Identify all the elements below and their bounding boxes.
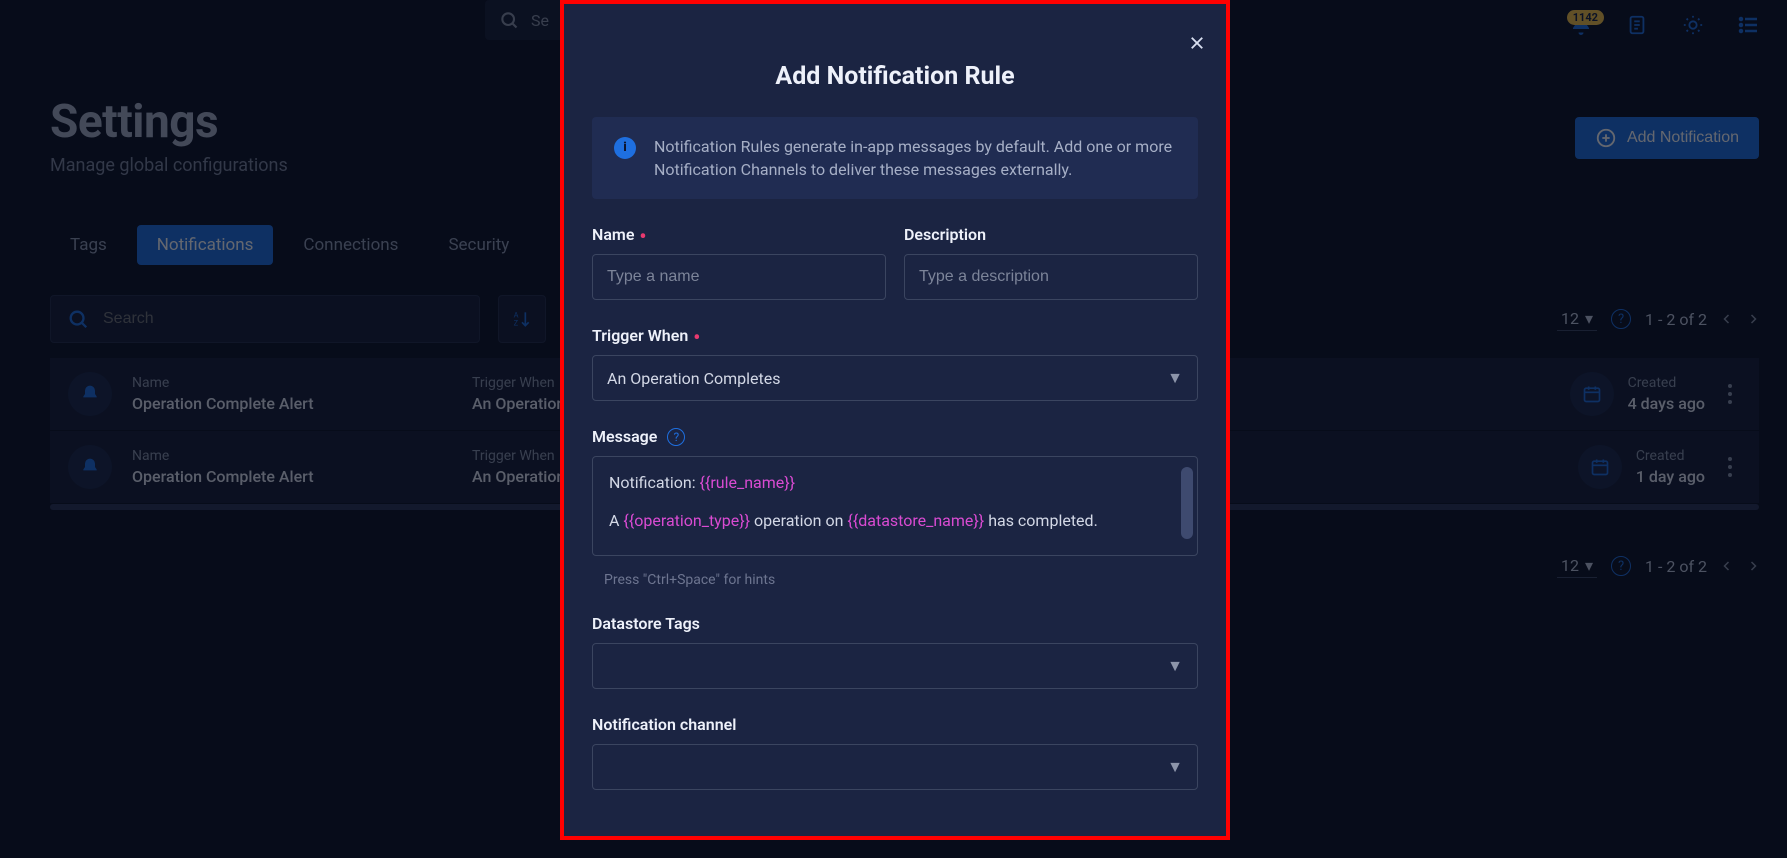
info-text: Notification Rules generate in-app messa… [654,135,1176,181]
msg-text: operation on [750,511,847,530]
message-field: Message ? Notification: {{rule_name}} A … [592,427,1198,588]
info-banner: i Notification Rules generate in-app mes… [592,117,1198,199]
name-field: Name [592,225,886,300]
channel-select[interactable]: ▼ [592,744,1198,790]
msg-token-operation-type: {{operation_type}} [623,511,750,530]
message-label: Message [592,427,657,446]
chevron-down-icon: ▼ [1167,368,1183,388]
info-icon: i [614,137,636,159]
name-label: Name [592,225,886,244]
msg-text: A [609,511,623,530]
trigger-field: Trigger When An Operation Completes ▼ [592,326,1198,401]
name-input[interactable] [592,254,886,300]
channel-field: Notification channel ▼ [592,715,1198,790]
chevron-down-icon: ▼ [1167,757,1183,777]
description-label: Description [904,225,1198,244]
description-field: Description [904,225,1198,300]
msg-text: Notification: [609,473,700,492]
message-hint: Press "Ctrl+Space" for hints [604,572,1198,588]
description-input[interactable] [904,254,1198,300]
channel-label: Notification channel [592,715,1198,734]
editor-scrollbar[interactable] [1181,467,1193,539]
chevron-down-icon: ▼ [1167,656,1183,676]
tags-label: Datastore Tags [592,614,1198,633]
modal-title: Add Notification Rule [592,62,1198,91]
close-button[interactable] [1188,34,1206,52]
msg-text: has completed. [984,511,1098,530]
trigger-value: An Operation Completes [607,369,781,388]
msg-token-datastore-name: {{datastore_name}} [847,511,984,530]
trigger-label: Trigger When [592,326,1198,345]
message-editor[interactable]: Notification: {{rule_name}} A {{operatio… [592,456,1198,556]
datastore-tags-field: Datastore Tags ▼ [592,614,1198,689]
tags-select[interactable]: ▼ [592,643,1198,689]
add-notification-modal: Add Notification Rule i Notification Rul… [560,0,1230,840]
msg-token-rule-name: {{rule_name}} [700,473,796,492]
help-icon[interactable]: ? [667,428,685,446]
trigger-select[interactable]: An Operation Completes ▼ [592,355,1198,401]
